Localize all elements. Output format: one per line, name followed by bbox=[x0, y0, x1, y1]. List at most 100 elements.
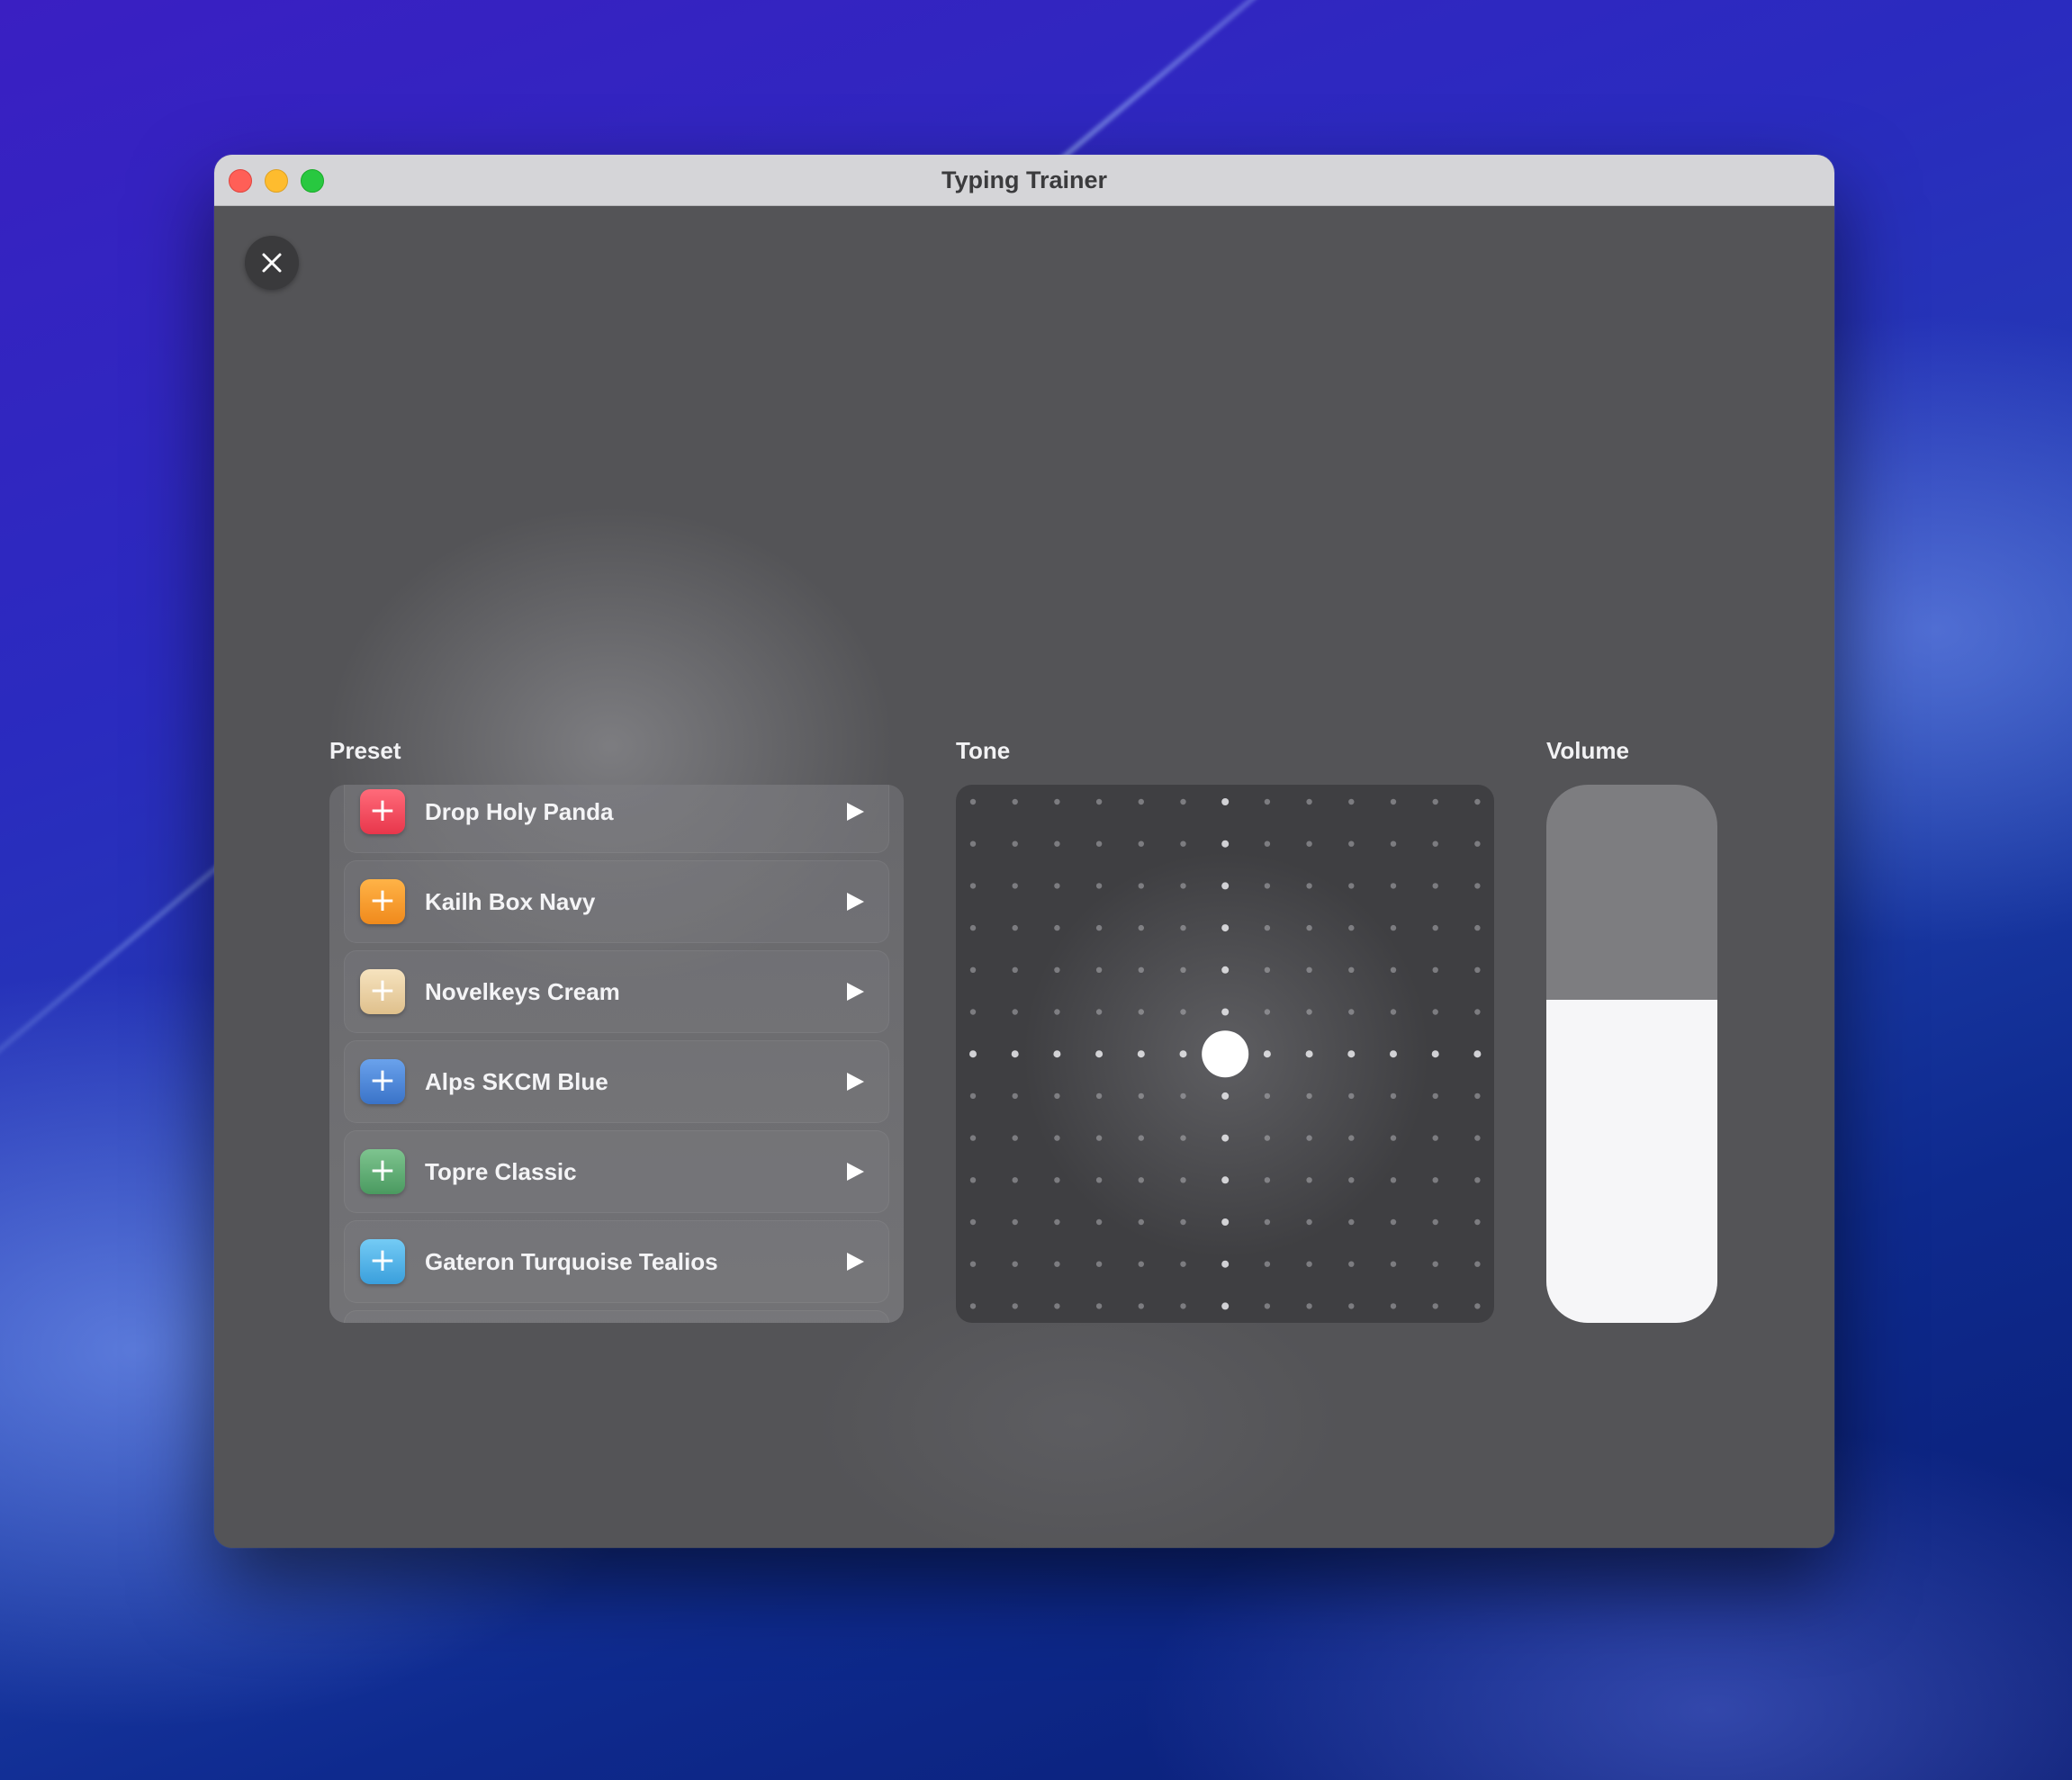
dismiss-button[interactable] bbox=[245, 236, 299, 290]
tone-pad[interactable] bbox=[956, 785, 1494, 1323]
preset-item[interactable]: + Kailh Box Navy bbox=[344, 860, 889, 943]
play-icon[interactable] bbox=[844, 1161, 866, 1182]
preset-name: Topre Classic bbox=[425, 1158, 577, 1185]
tone-grid-dot bbox=[1264, 924, 1271, 931]
tone-grid-dot bbox=[1306, 924, 1312, 931]
tone-knob[interactable] bbox=[1202, 1030, 1249, 1078]
tone-grid-dot bbox=[1474, 841, 1481, 847]
tone-grid-dot bbox=[1390, 924, 1397, 931]
tone-grid-dot bbox=[1180, 1177, 1186, 1183]
tone-grid-dot bbox=[1012, 1218, 1018, 1226]
tone-grid-dot bbox=[1264, 1009, 1271, 1015]
play-icon[interactable] bbox=[844, 801, 866, 823]
tone-grid-dot bbox=[1054, 1303, 1060, 1309]
tone-grid-dot bbox=[1264, 1092, 1271, 1100]
tone-grid-dot bbox=[1306, 966, 1312, 973]
tone-grid-dot bbox=[1054, 883, 1060, 889]
tone-grid-dot bbox=[969, 1009, 977, 1015]
tone-grid-dot bbox=[969, 1303, 977, 1309]
tone-label: Tone bbox=[956, 737, 1011, 764]
volume-slider[interactable] bbox=[1546, 785, 1717, 1323]
tone-grid-dot bbox=[1054, 966, 1060, 973]
tone-grid-dot bbox=[1348, 1177, 1355, 1183]
tone-grid-dot bbox=[1180, 1092, 1186, 1100]
tone-grid[interactable] bbox=[956, 785, 1494, 1323]
tone-grid-dot bbox=[1432, 883, 1438, 889]
tone-grid-dot bbox=[1390, 1050, 1397, 1058]
preset-item-partial[interactable] bbox=[344, 1310, 889, 1323]
plus-icon: + bbox=[360, 789, 405, 834]
preset-name: Gateron Turquoise Tealios bbox=[425, 1248, 718, 1275]
tone-grid-dot bbox=[1095, 1261, 1103, 1267]
tone-grid-dot bbox=[969, 883, 977, 889]
tone-grid-dot bbox=[1012, 966, 1018, 973]
tone-grid-dot bbox=[1348, 1009, 1355, 1015]
tone-grid-dot bbox=[1390, 1177, 1397, 1183]
tone-grid-dot bbox=[1474, 924, 1481, 931]
volume-label: Volume bbox=[1546, 737, 1629, 764]
tone-grid-dot bbox=[1221, 1134, 1230, 1142]
tone-grid-dot bbox=[1054, 798, 1060, 805]
preset-list[interactable]: + Drop Holy Panda + Kailh Box Navy + Nov… bbox=[329, 785, 904, 1323]
play-icon[interactable] bbox=[844, 891, 866, 912]
tone-grid-dot bbox=[1137, 1050, 1145, 1058]
tone-grid-dot bbox=[1474, 798, 1481, 805]
preset-name: Alps SKCM Blue bbox=[425, 1068, 608, 1095]
tone-grid-dot bbox=[969, 1177, 977, 1183]
tone-grid-dot bbox=[1011, 1050, 1019, 1058]
tone-grid-dot bbox=[1095, 1177, 1103, 1183]
tone-grid-dot bbox=[1053, 1050, 1061, 1058]
tone-grid-dot bbox=[1263, 1050, 1271, 1058]
tone-grid-dot bbox=[1264, 966, 1271, 973]
tone-grid-dot bbox=[1221, 1302, 1230, 1310]
tone-grid-dot bbox=[1306, 1135, 1312, 1141]
preset-item[interactable]: + Gateron Turquoise Tealios bbox=[344, 1220, 889, 1303]
tone-grid-dot bbox=[1473, 1050, 1482, 1058]
close-icon bbox=[262, 253, 282, 273]
tone-grid-dot bbox=[1390, 1261, 1397, 1267]
tone-grid-dot bbox=[1054, 1135, 1060, 1141]
tone-grid-dot bbox=[1054, 1092, 1060, 1100]
tone-grid-dot bbox=[1095, 798, 1103, 805]
tone-grid-dot bbox=[1012, 924, 1018, 931]
tone-grid-dot bbox=[1390, 883, 1397, 889]
tone-grid-dot bbox=[969, 841, 977, 847]
play-icon[interactable] bbox=[844, 981, 866, 1002]
tone-grid-dot bbox=[1012, 1177, 1018, 1183]
tone-grid-dot bbox=[1432, 1135, 1438, 1141]
tone-grid-dot bbox=[1432, 924, 1438, 931]
tone-grid-dot bbox=[1221, 840, 1230, 848]
tone-grid-dot bbox=[1348, 1218, 1355, 1226]
tone-grid-dot bbox=[1221, 924, 1230, 932]
preset-item[interactable]: + Novelkeys Cream bbox=[344, 950, 889, 1033]
preset-item[interactable]: + Alps SKCM Blue bbox=[344, 1040, 889, 1123]
tone-grid-dot bbox=[1180, 883, 1186, 889]
tone-grid-dot bbox=[1474, 883, 1481, 889]
plus-icon: + bbox=[360, 879, 405, 924]
tone-grid-dot bbox=[1306, 798, 1312, 805]
tone-grid-dot bbox=[1138, 1135, 1144, 1141]
preset-item[interactable]: + Drop Holy Panda bbox=[344, 785, 889, 853]
tone-grid-dot bbox=[1432, 1303, 1438, 1309]
tone-grid-dot bbox=[1054, 924, 1060, 931]
tone-grid-dot bbox=[1012, 1303, 1018, 1309]
tone-grid-dot bbox=[1095, 883, 1103, 889]
tone-grid-dot bbox=[1348, 1261, 1355, 1267]
tone-grid-dot bbox=[969, 966, 977, 973]
tone-grid-dot bbox=[1305, 1050, 1313, 1058]
preset-name: Drop Holy Panda bbox=[425, 798, 614, 825]
tone-grid-dot bbox=[1264, 798, 1271, 805]
play-icon[interactable] bbox=[844, 1251, 866, 1272]
tone-grid-dot bbox=[1095, 924, 1103, 931]
window-title: Typing Trainer bbox=[941, 166, 1108, 193]
tone-grid-dot bbox=[969, 1050, 977, 1058]
play-icon[interactable] bbox=[844, 1071, 866, 1092]
plus-icon: + bbox=[360, 1059, 405, 1104]
preset-item[interactable]: + Topre Classic bbox=[344, 1130, 889, 1213]
tone-grid-dot bbox=[969, 1135, 977, 1141]
tone-grid-dot bbox=[1474, 1092, 1481, 1100]
app-window: Typing Trainer Preset Tone Volume + Drop… bbox=[214, 155, 1834, 1548]
tone-grid-dot bbox=[969, 798, 977, 805]
tone-grid-dot bbox=[1264, 841, 1271, 847]
tone-grid-dot bbox=[1180, 1261, 1186, 1267]
